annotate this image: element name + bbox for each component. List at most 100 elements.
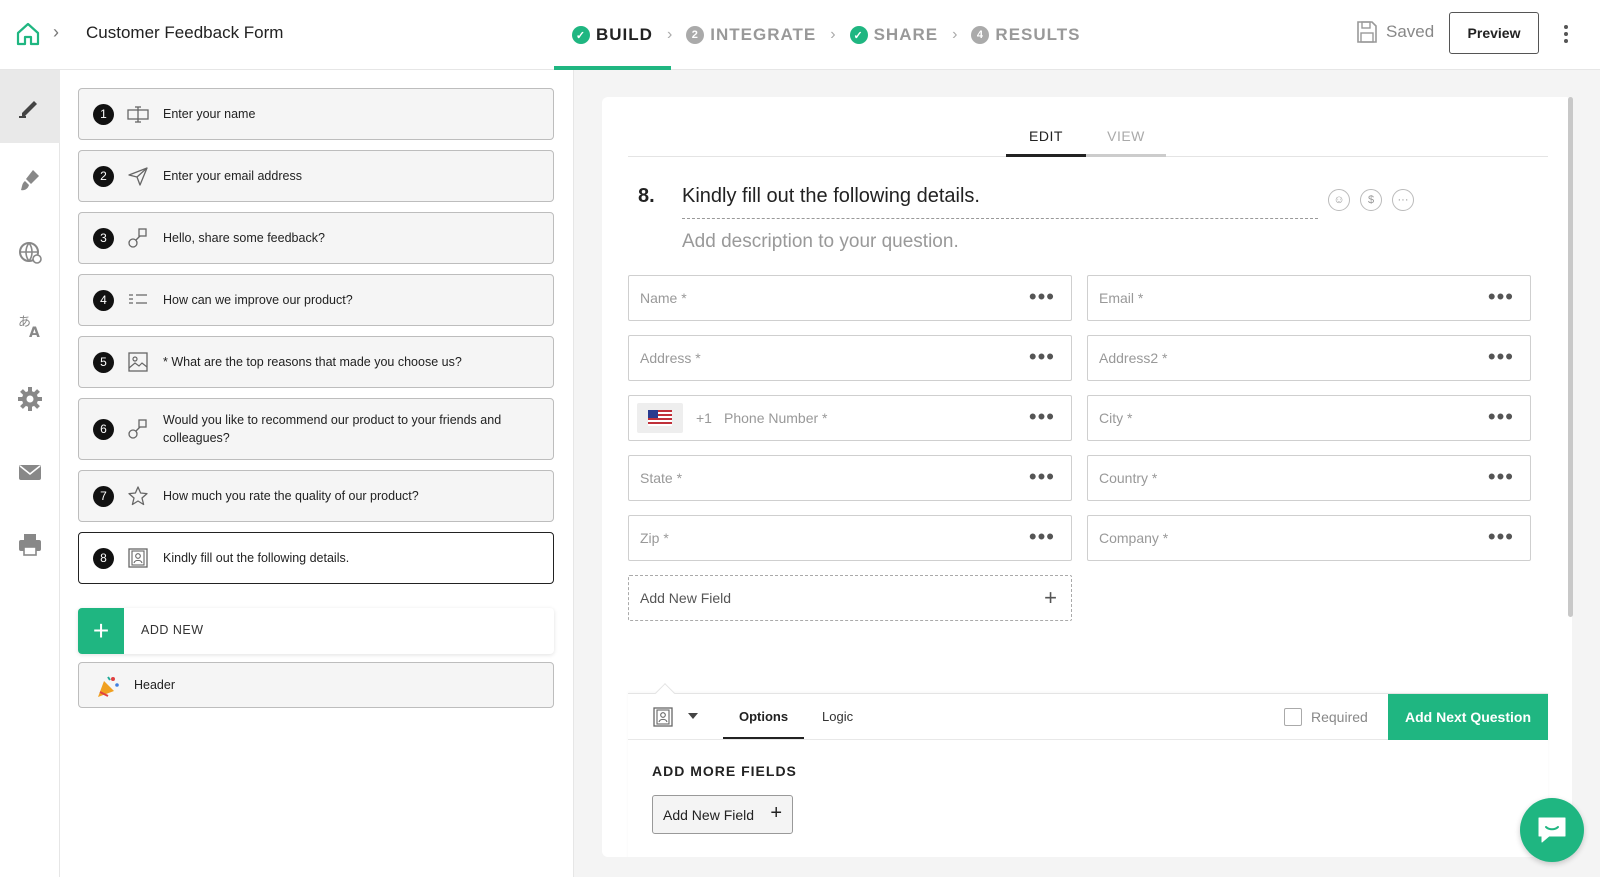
required-checkbox[interactable]: Required xyxy=(1284,708,1368,726)
list-icon xyxy=(129,294,147,304)
description-input[interactable]: Add description to your question. xyxy=(682,231,959,253)
check-icon: ✓ xyxy=(572,26,590,44)
tab-view[interactable]: VIEW xyxy=(1086,117,1166,157)
preview-button[interactable]: Preview xyxy=(1449,12,1539,54)
rail-web[interactable] xyxy=(0,216,60,289)
text-input-icon xyxy=(127,106,149,123)
field-address2[interactable]: Address2 * ••• xyxy=(1087,335,1531,381)
more-horizontal-icon[interactable]: ··· xyxy=(1392,189,1414,211)
field-label: Address2 * xyxy=(1099,350,1168,366)
question-card-3[interactable]: 3 Hello, share some feedback? xyxy=(78,212,554,264)
us-flag-icon[interactable] xyxy=(637,403,683,433)
chat-widget-button[interactable] xyxy=(1520,798,1584,862)
more-vertical-icon[interactable] xyxy=(1560,22,1572,46)
translate-icon: あA xyxy=(18,315,40,340)
dollar-icon[interactable]: $ xyxy=(1360,189,1382,211)
party-popper-icon xyxy=(98,676,119,697)
question-card-8[interactable]: 8 Kindly fill out the following details. xyxy=(78,532,554,584)
question-card-5[interactable]: 5 * What are the top reasons that made y… xyxy=(78,336,554,388)
step-results[interactable]: 4 RESULTS xyxy=(959,0,1092,70)
question-title-input[interactable]: Kindly fill out the following details. xyxy=(682,183,1318,219)
more-horizontal-icon[interactable]: ••• xyxy=(1488,524,1514,550)
question-card-4[interactable]: 4 How can we improve our product? xyxy=(78,274,554,326)
shapes-icon xyxy=(128,228,147,248)
field-label: Address * xyxy=(640,350,701,366)
field-country[interactable]: Country * ••• xyxy=(1087,455,1531,501)
field-phone-number[interactable]: +1 Phone Number * ••• xyxy=(628,395,1072,441)
question-text: Would you like to recommend our product … xyxy=(163,413,502,445)
caret-down-icon[interactable] xyxy=(688,713,698,719)
editor-scrollbar[interactable] xyxy=(1568,97,1573,617)
question-number: 8. xyxy=(638,185,655,207)
shapes-icon xyxy=(128,419,147,439)
question-text: How much you rate the quality of our pro… xyxy=(163,489,419,503)
add-new-field-label: Add New Field xyxy=(640,590,732,606)
form-title[interactable]: Customer Feedback Form xyxy=(86,23,283,43)
more-horizontal-icon[interactable]: ••• xyxy=(1029,284,1055,310)
more-horizontal-icon[interactable]: ••• xyxy=(1029,464,1055,490)
rail-translate[interactable]: あA xyxy=(0,289,60,362)
question-card-1[interactable]: 1 Enter your name xyxy=(78,88,554,140)
tab-options[interactable]: Options xyxy=(722,709,805,739)
tab-logic[interactable]: Logic xyxy=(822,709,853,724)
field-company[interactable]: Company * ••• xyxy=(1087,515,1531,561)
question-card-6[interactable]: 6 Would you like to recommend our produc… xyxy=(78,398,554,460)
emoji-icon[interactable]: ☺ xyxy=(1328,189,1350,211)
home-icon[interactable] xyxy=(14,20,42,48)
more-horizontal-icon[interactable]: ••• xyxy=(1488,284,1514,310)
step-number-badge: 4 xyxy=(971,26,990,44)
required-label: Required xyxy=(1311,709,1368,725)
rail-build[interactable] xyxy=(0,70,60,143)
field-label: Country * xyxy=(1099,470,1158,486)
more-horizontal-icon[interactable]: ••• xyxy=(1029,524,1055,550)
field-address[interactable]: Address * ••• xyxy=(628,335,1072,381)
more-horizontal-icon[interactable]: ••• xyxy=(1488,404,1514,430)
left-rail: あA xyxy=(0,70,60,877)
question-text: * What are the top reasons that made you… xyxy=(163,355,462,369)
field-name[interactable]: Name * ••• xyxy=(628,275,1072,321)
step-number-badge: 2 xyxy=(686,26,705,44)
svg-text:A: A xyxy=(29,325,40,340)
step-share[interactable]: ✓ SHARE xyxy=(838,0,951,70)
step-build[interactable]: ✓ BUILD xyxy=(554,0,671,70)
add-new-field-slot[interactable]: Add New Field + xyxy=(628,575,1072,621)
field-state[interactable]: State * ••• xyxy=(628,455,1072,501)
field-email[interactable]: Email * ••• xyxy=(1087,275,1531,321)
field-label: Name * xyxy=(640,290,687,306)
save-icon xyxy=(1357,21,1377,43)
pencil-icon xyxy=(19,100,37,118)
header-item[interactable]: Header xyxy=(78,662,554,708)
globe-icon xyxy=(19,241,42,264)
field-label: Zip * xyxy=(640,530,669,546)
rail-notifications[interactable] xyxy=(0,435,60,508)
add-new-field-button[interactable]: Add New Field + xyxy=(652,795,793,834)
contact-card-icon[interactable] xyxy=(652,706,674,728)
more-horizontal-icon[interactable]: ••• xyxy=(1488,344,1514,370)
add-new-question-button[interactable]: + ADD NEW xyxy=(78,608,554,654)
question-card-7[interactable]: 7 How much you rate the quality of our p… xyxy=(78,470,554,522)
question-title-tools: ☺ $ ··· xyxy=(1328,189,1414,211)
rail-print[interactable] xyxy=(0,508,60,581)
chat-bubble-icon xyxy=(1538,817,1566,843)
plus-icon: + xyxy=(770,802,782,824)
step-results-label: RESULTS xyxy=(995,25,1081,44)
more-horizontal-icon[interactable]: ••• xyxy=(1029,344,1055,370)
question-text: Enter your name xyxy=(163,107,256,121)
step-integrate[interactable]: 2 INTEGRATE xyxy=(674,0,828,70)
add-new-label: ADD NEW xyxy=(141,623,204,637)
rail-settings[interactable] xyxy=(0,362,60,435)
field-zip[interactable]: Zip * ••• xyxy=(628,515,1072,561)
tab-edit[interactable]: EDIT xyxy=(1006,117,1086,157)
header-label: Header xyxy=(134,678,175,692)
rail-design[interactable] xyxy=(0,143,60,216)
more-horizontal-icon[interactable]: ••• xyxy=(1488,464,1514,490)
checkbox-box[interactable] xyxy=(1284,708,1302,726)
add-next-question-button[interactable]: Add Next Question xyxy=(1388,694,1548,740)
field-city[interactable]: City * ••• xyxy=(1087,395,1531,441)
options-toolbar: Options Logic Required Add Next Question xyxy=(628,694,1548,740)
more-horizontal-icon[interactable]: ••• xyxy=(1029,404,1055,430)
question-options-panel: Options Logic Required Add Next Question… xyxy=(628,683,1548,857)
question-number: 5 xyxy=(93,351,114,373)
phone-country-code: +1 xyxy=(696,410,712,426)
question-card-2[interactable]: 2 Enter your email address xyxy=(78,150,554,202)
